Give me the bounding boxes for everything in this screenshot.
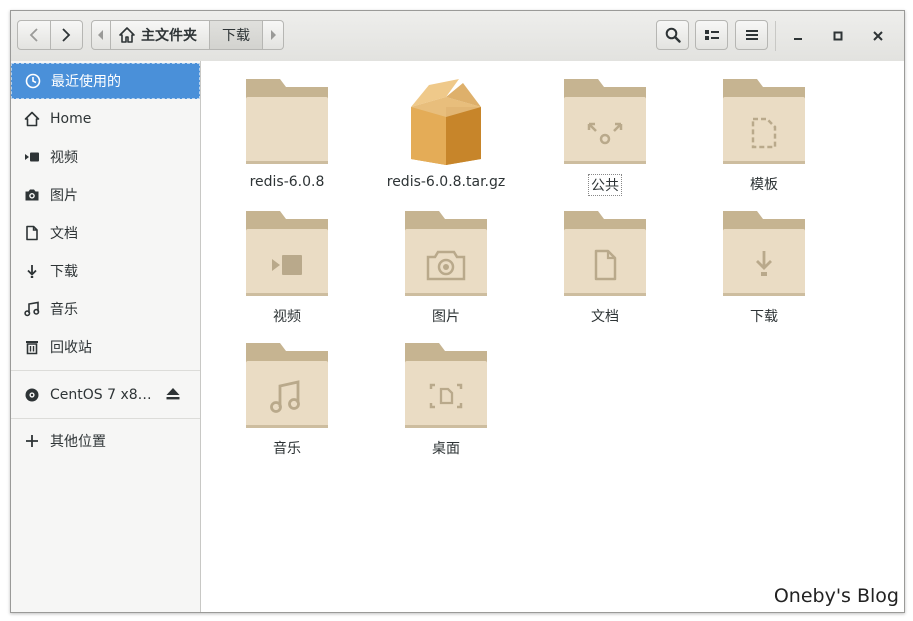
folder-document-icon [560,209,650,301]
sidebar-item-label: 下载 [50,264,78,280]
file-manager-window: 主文件夹 下载 最近使用的 Home 视频 图片 文档 下载 音乐 回收站 Ce… [10,10,905,613]
sidebar-item-downloads[interactable]: 下载 [11,253,200,289]
sidebar-item-label: 回收站 [50,340,92,356]
path-scroll-right-button[interactable] [263,20,284,50]
sidebar-item-label: 其他位置 [50,434,106,450]
file-item-pictures-folder[interactable]: 图片 [376,209,516,326]
file-item-redis-folder[interactable]: redis-6.0.8 [217,77,357,190]
minimize-icon [794,38,802,40]
minimize-button[interactable] [787,25,809,47]
path-home-label: 主文件夹 [141,28,197,44]
file-item-templates-folder[interactable]: 模板 [694,77,834,194]
file-item-redis-archive[interactable]: redis-6.0.8.tar.gz [376,77,516,190]
folder-desktop-icon [401,341,491,433]
trash-icon [23,339,41,355]
search-icon [665,27,681,43]
triangle-left-icon [98,30,103,40]
plus-icon [23,434,41,448]
sidebar-item-label: CentOS 7 x8… [50,387,152,403]
forward-button[interactable] [50,20,83,50]
disc-icon [23,387,41,403]
document-icon [23,225,41,241]
home-icon [23,111,41,127]
sidebar-item-music[interactable]: 音乐 [11,291,200,327]
folder-template-icon [719,77,809,169]
file-name: 桌面 [432,441,460,457]
sidebar-item-label: 最近使用的 [51,74,121,90]
folder-share-icon [560,77,650,169]
file-item-desktop-folder[interactable]: 桌面 [376,341,516,458]
sidebar-item-home[interactable]: Home [11,101,200,137]
chevron-right-icon [62,28,71,42]
file-name: redis-6.0.8.tar.gz [386,174,506,190]
path-bar: 主文件夹 下载 [91,20,284,50]
sidebar-item-label: 音乐 [50,302,78,318]
sidebar-separator [11,370,200,371]
file-name: 下载 [750,309,778,325]
path-scroll-left-button[interactable] [91,20,111,50]
package-icon [401,77,491,169]
sidebar-item-label: 文档 [50,226,78,242]
file-item-documents-folder[interactable]: 文档 [535,209,675,326]
eject-icon[interactable] [166,388,180,404]
file-item-downloads-folder[interactable]: 下载 [694,209,834,326]
triangle-right-icon [271,30,276,40]
sidebar-item-videos[interactable]: 视频 [11,139,200,175]
back-button[interactable] [17,20,51,50]
file-name: redis-6.0.8 [249,174,325,190]
home-icon [119,27,135,43]
file-name: 视频 [273,309,301,325]
sidebar-item-label: 视频 [50,150,78,166]
folder-download-icon [719,209,809,301]
sidebar-item-documents[interactable]: 文档 [11,215,200,251]
video-icon [23,149,41,165]
hamburger-menu-icon [745,30,758,40]
music-icon [23,301,41,317]
file-name: 公共 [588,174,622,196]
list-view-icon [704,30,719,40]
sidebar-item-other-locations[interactable]: 其他位置 [11,423,200,459]
path-downloads-button[interactable]: 下载 [210,20,263,50]
folder-icon [242,77,332,169]
header-bar: 主文件夹 下载 [11,11,904,62]
file-name: 图片 [432,309,460,325]
file-item-public-folder[interactable]: 公共 [535,77,675,196]
nav-button-group [17,20,83,50]
sidebar-separator [11,418,200,419]
sidebar-item-device-centos[interactable]: CentOS 7 x8… [11,377,200,413]
file-name: 音乐 [273,441,301,457]
file-grid: redis-6.0.8 redis-6.0.8.tar.gz 公共 模板 视频 [201,61,904,612]
clock-icon [24,73,42,89]
folder-video-icon [242,209,332,301]
folder-camera-icon [401,209,491,301]
view-mode-button[interactable] [695,20,728,50]
close-icon [873,31,883,41]
sidebar: 最近使用的 Home 视频 图片 文档 下载 音乐 回收站 CentOS 7 x… [11,61,201,612]
sidebar-item-label: Home [50,111,92,127]
file-item-videos-folder[interactable]: 视频 [217,209,357,326]
file-item-music-folder[interactable]: 音乐 [217,341,357,458]
path-home-button[interactable]: 主文件夹 [111,20,210,50]
close-button[interactable] [867,25,889,47]
sidebar-item-recent[interactable]: 最近使用的 [11,63,200,99]
menu-button[interactable] [735,20,768,50]
camera-icon [23,187,41,203]
sidebar-item-trash[interactable]: 回收站 [11,329,200,365]
maximize-icon [833,31,843,41]
search-button[interactable] [656,20,689,50]
sidebar-item-pictures[interactable]: 图片 [11,177,200,213]
file-name: 模板 [750,177,778,193]
file-name: 文档 [591,309,619,325]
watermark-text: Oneby's Blog [773,585,899,607]
folder-music-icon [242,341,332,433]
maximize-button[interactable] [827,25,849,47]
path-downloads-label: 下载 [222,28,250,44]
download-icon [23,263,41,279]
header-separator [775,21,776,51]
chevron-left-icon [29,28,38,42]
sidebar-item-label: 图片 [50,188,78,204]
